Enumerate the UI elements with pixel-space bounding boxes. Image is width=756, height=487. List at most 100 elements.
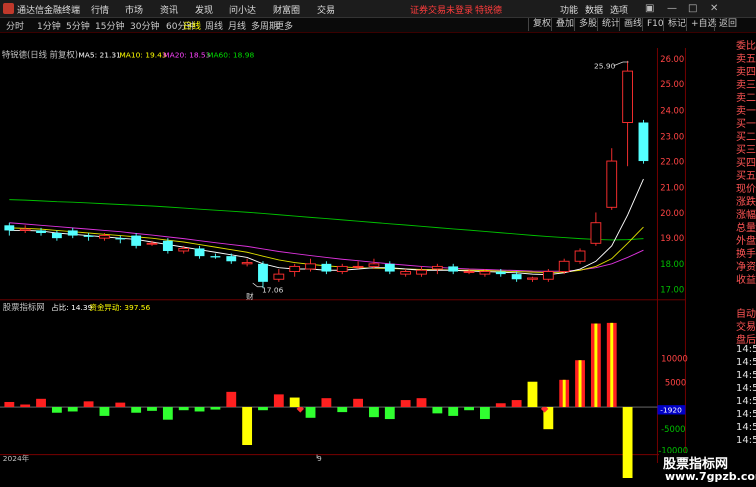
tick-time: 14:5 xyxy=(736,344,756,355)
sub-bar xyxy=(353,398,364,408)
period-15min[interactable]: 15分钟 xyxy=(95,19,124,32)
sub-bar xyxy=(178,407,189,411)
date-label-year: 2024年 xyxy=(3,453,30,463)
candle-body xyxy=(590,222,602,244)
candle-body xyxy=(194,248,205,257)
menu-item-gongneng[interactable]: 功能 xyxy=(560,3,578,16)
candle-body xyxy=(463,271,475,273)
menu-item-shuju[interactable]: 数据 xyxy=(585,3,603,16)
quote-label: 收益 xyxy=(736,275,756,286)
period-month[interactable]: 月线 xyxy=(228,19,246,32)
candle-body xyxy=(416,269,427,275)
price-tick: 26.00 xyxy=(660,54,684,64)
candle-body xyxy=(495,271,506,275)
tick-time: 14:5 xyxy=(736,409,756,420)
back-button[interactable]: 返回 xyxy=(714,18,741,31)
sub-bar xyxy=(83,401,94,408)
candle-body xyxy=(273,273,285,280)
tick-time: 14:5 xyxy=(736,370,756,381)
price-tick: 20.00 xyxy=(660,208,684,218)
period-fenshi[interactable]: 分时 xyxy=(6,19,24,32)
period-day[interactable]: 日线 xyxy=(183,19,201,32)
sub-bar xyxy=(162,407,173,420)
period-week[interactable]: 周线 xyxy=(205,19,223,32)
sub-bar xyxy=(273,394,284,408)
period-1min[interactable]: 1分钟 xyxy=(37,19,61,32)
candle-body xyxy=(115,238,126,240)
price-tick: 23.00 xyxy=(660,131,684,141)
sub-bar xyxy=(337,407,348,413)
kline-chart[interactable]: 特锐德(日线 前复权) MA5: 21.31 MA10: 19.43 MA20:… xyxy=(0,33,705,478)
candle-body xyxy=(511,274,522,280)
finance-marker: 财 xyxy=(246,291,254,301)
menu-item-zixun[interactable]: 资讯 xyxy=(160,3,178,16)
candle-body xyxy=(289,265,301,273)
period-30min[interactable]: 30分钟 xyxy=(130,19,159,32)
menu-item-caifuquan[interactable]: 财富圈 xyxy=(273,3,300,16)
menu-item-shichang[interactable]: 市场 xyxy=(125,3,143,16)
ma5-label: MA5: 21.31 xyxy=(78,50,121,59)
sub-tick: 10000 xyxy=(661,353,688,363)
sub-bar xyxy=(147,407,157,411)
sub-bar xyxy=(305,407,316,418)
price-tick: 22.00 xyxy=(660,157,684,167)
menu-item-faxian[interactable]: 发现 xyxy=(195,3,213,16)
candle-body xyxy=(305,263,316,270)
minimize-icon[interactable]: — xyxy=(667,3,677,14)
candle-body xyxy=(527,277,538,280)
period-more[interactable]: 更多 xyxy=(275,19,293,32)
period-toolbar: 分时 1分钟 5分钟 15分钟 30分钟 60分钟 日线 周线 月线 多周期 更… xyxy=(0,18,756,33)
candle-body xyxy=(542,271,554,280)
sub-bar xyxy=(448,407,459,416)
sub-bar xyxy=(226,391,237,408)
sub-bar xyxy=(289,397,300,408)
skin-icon[interactable]: ▣ xyxy=(645,3,654,14)
menu-item-jiaoyi[interactable]: 交易 xyxy=(317,3,335,16)
candle-body xyxy=(146,242,158,245)
candle-body xyxy=(638,122,649,162)
sub-bar xyxy=(527,381,538,408)
price-tick: 18.00 xyxy=(660,259,684,269)
menu-item-xuanxiang[interactable]: 选项 xyxy=(610,3,628,16)
main-pane-header: 特锐德(日线 前复权) MA5: 21.31 MA10: 19.43 MA20:… xyxy=(2,49,255,59)
sub-bar xyxy=(495,403,506,408)
candle-body xyxy=(51,233,62,239)
sub-bar xyxy=(51,407,62,413)
candle-body xyxy=(368,263,380,267)
period-5min[interactable]: 5分钟 xyxy=(66,19,90,32)
sub-bar xyxy=(99,407,110,416)
sub-bar xyxy=(480,407,490,420)
maximize-icon[interactable]: □ xyxy=(688,3,697,14)
sub-bar xyxy=(258,407,268,411)
candle-body xyxy=(384,263,395,272)
sub-bar xyxy=(67,407,78,412)
sub-bar-stripe xyxy=(594,323,598,408)
quote-panel: 委比 卖五 卖四 卖三 卖二 卖一 买一 买二 买三 买四 买五 现价 涨跌 涨… xyxy=(735,33,756,478)
period-multi[interactable]: 多周期 xyxy=(251,19,278,32)
app-name: 通达信金融终端 xyxy=(17,6,81,16)
tick-time: 14:5 xyxy=(736,435,756,446)
close-icon[interactable]: ✕ xyxy=(710,3,718,14)
sub-bar xyxy=(432,407,443,414)
candle-body xyxy=(321,263,332,272)
sub-bar xyxy=(622,407,633,478)
tick-time: 14:5 xyxy=(736,422,756,433)
candle-body xyxy=(622,70,633,123)
candle-body xyxy=(99,235,110,239)
menu-item-wenxiaoda[interactable]: 问小达 xyxy=(229,3,256,16)
price-tick: 24.00 xyxy=(660,105,684,115)
candle-body xyxy=(162,240,173,251)
menu-item-hangqing[interactable]: 行情 xyxy=(91,3,109,16)
ma60-label: MA60: 18.98 xyxy=(207,50,254,59)
main-title: 特锐德(日线 前复权) xyxy=(2,49,78,59)
login-warning[interactable]: 证券交易未登录 xyxy=(410,3,473,16)
candle-body xyxy=(606,160,618,208)
ma20-label: MA20: 18.53 xyxy=(163,50,210,59)
candle-body xyxy=(19,228,31,231)
sub-bar xyxy=(115,402,126,408)
sub-bar xyxy=(131,407,142,413)
date-label-month: 9 xyxy=(317,454,322,463)
watermark: 股票指标网 www.7gpzb.com xyxy=(659,453,756,487)
stock-tag[interactable]: 特锐德 xyxy=(475,3,502,16)
sub-value-ratio: 占比: 14.39 xyxy=(51,302,92,312)
